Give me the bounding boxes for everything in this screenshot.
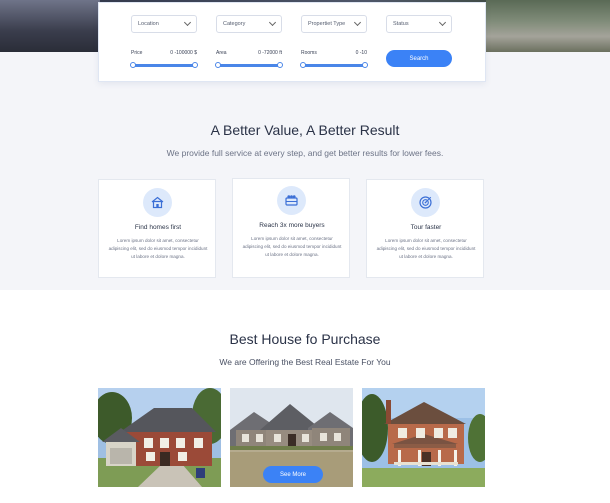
see-more-button[interactable]: See More	[263, 466, 323, 483]
area-label: Area	[216, 50, 227, 56]
house-photo-3[interactable]	[362, 388, 485, 487]
property-type-select[interactable]: Propertiet Type	[301, 15, 367, 33]
rooms-range-slider[interactable]	[300, 62, 368, 68]
location-select[interactable]: Location	[131, 15, 197, 33]
category-select-label: Category	[223, 21, 246, 27]
price-min-handle[interactable]	[130, 62, 136, 68]
category-select[interactable]: Category	[216, 15, 282, 33]
rooms-range-label: Rooms 0 -10	[301, 50, 367, 56]
card-title: Tour faster	[410, 224, 442, 231]
chevron-down-icon	[268, 18, 277, 27]
feature-card-reach-buyers: Reach 3x more buyers Lorem ipsum dolor s…	[232, 178, 350, 278]
search-button[interactable]: Search	[386, 50, 452, 67]
area-min-handle[interactable]	[215, 62, 221, 68]
card-title: Reach 3x more buyers	[259, 222, 325, 229]
purchase-section-subtitle: We are Offering the Best Real Estate For…	[219, 357, 391, 367]
card-text: Lorem ipsum dolor sit amet, consectetur …	[242, 236, 342, 257]
price-range-label: Price 0 -100000 $	[131, 50, 197, 56]
area-range-slider[interactable]	[215, 62, 283, 68]
card-title: Find homes first	[134, 224, 182, 231]
location-select-label: Location	[138, 21, 159, 27]
card-text: Lorem ipsum dolor sit amet, consectetur …	[108, 238, 208, 259]
chevron-down-icon	[438, 18, 447, 27]
hero-image-right	[486, 0, 610, 52]
value-section-title: A Better Value, A Better Result	[210, 122, 400, 138]
property-type-select-label: Propertiet Type	[308, 21, 346, 27]
area-max-handle[interactable]	[277, 62, 283, 68]
target-icon	[411, 188, 440, 217]
house-search-icon	[143, 188, 172, 217]
feature-card-tour-faster: Tour faster Lorem ipsum dolor sit amet, …	[366, 179, 484, 278]
price-value: 0 -100000 $	[170, 50, 197, 56]
price-max-handle[interactable]	[192, 62, 198, 68]
status-select[interactable]: Status	[386, 15, 452, 33]
area-range-label: Area 0 -72000 ft	[216, 50, 282, 56]
value-section: A Better Value, A Better Result We provi…	[0, 82, 610, 290]
rooms-value: 0 -10	[355, 50, 367, 56]
property-search-panel: Location Category Propertiet Type Status…	[98, 2, 486, 82]
price-label: Price	[131, 50, 143, 56]
chevron-down-icon	[183, 18, 192, 27]
buyers-group-icon	[277, 186, 306, 215]
rooms-max-handle[interactable]	[362, 62, 368, 68]
chevron-down-icon	[353, 18, 362, 27]
value-section-subtitle: We provide full service at every step, a…	[166, 148, 444, 158]
house-photo-1[interactable]	[98, 388, 221, 487]
area-value: 0 -72000 ft	[258, 50, 282, 56]
rooms-label: Rooms	[301, 50, 317, 56]
hero-image-left	[0, 0, 100, 52]
status-select-label: Status	[393, 21, 409, 27]
price-range-slider[interactable]	[130, 62, 198, 68]
card-text: Lorem ipsum dolor sit amet, consectetur …	[376, 238, 476, 259]
feature-card-find-homes: Find homes first Lorem ipsum dolor sit a…	[98, 179, 216, 278]
purchase-section-title: Best House fo Purchase	[229, 331, 381, 347]
rooms-min-handle[interactable]	[300, 62, 306, 68]
